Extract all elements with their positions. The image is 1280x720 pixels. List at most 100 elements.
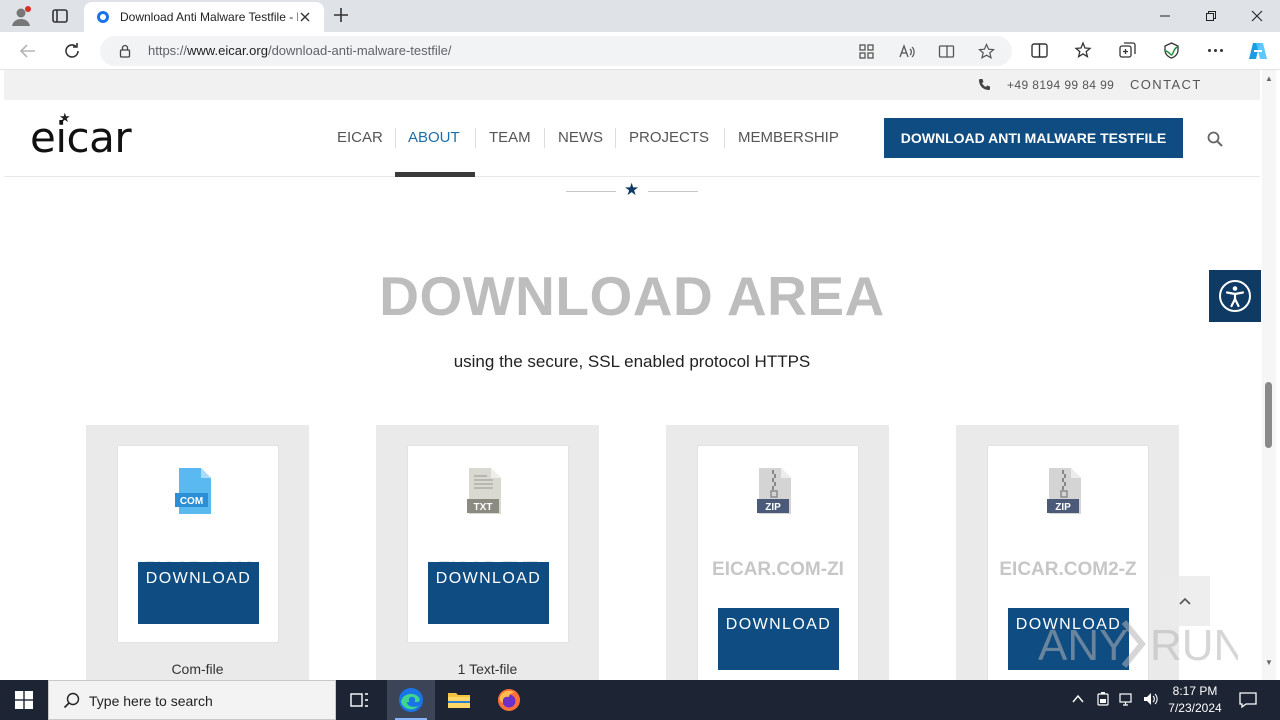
nav-item-team[interactable]: TEAM	[489, 129, 531, 146]
read-aloud-icon[interactable]	[898, 43, 915, 60]
chevron-up-icon[interactable]	[1070, 691, 1086, 707]
zip-file-icon: ZIP	[757, 468, 791, 514]
file-badge: ZIP	[765, 502, 781, 513]
more-menu-icon[interactable]	[1206, 41, 1225, 60]
txt-file-icon: TXT	[467, 468, 501, 514]
page-scrollbar[interactable]: ▲ ▼	[1262, 70, 1276, 680]
address-toolbar: https://www.eicar.org/download-anti-malw…	[0, 32, 1280, 70]
nav-separator	[395, 128, 396, 148]
file-badge: ZIP	[1055, 502, 1071, 513]
chevron-up-icon	[1179, 597, 1191, 605]
contact-link[interactable]: CONTACT	[1130, 77, 1202, 92]
apps-icon[interactable]	[858, 43, 875, 60]
taskbar-edge[interactable]	[387, 680, 435, 720]
collections-icon[interactable]	[1118, 41, 1137, 60]
search-icon	[63, 692, 80, 709]
immersive-reader-icon[interactable]	[938, 43, 955, 60]
browser-tab-bar: Download Anti Malware Testfile - EICAR	[0, 0, 1280, 32]
svg-text:RUN: RUN	[1150, 621, 1238, 670]
tab-actions-icon[interactable]	[50, 6, 70, 26]
anyrun-watermark-logo: ANY RUN	[1038, 620, 1238, 670]
taskbar-firefox[interactable]	[485, 680, 533, 720]
nav-item-projects[interactable]: PROJECTS	[629, 129, 709, 146]
download-column: COM EICAR.COM DOWNLOAD Com-file	[86, 425, 309, 680]
browser-essentials-icon[interactable]	[1162, 41, 1181, 60]
edge-icon	[399, 688, 423, 712]
nav-separator	[544, 128, 545, 148]
taskbar-search-placeholder: Type here to search	[89, 693, 213, 709]
lock-icon[interactable]	[118, 44, 132, 58]
tab-title: Download Anti Malware Testfile - EICAR	[120, 10, 298, 24]
firefox-icon	[498, 689, 520, 711]
folder-icon	[448, 693, 470, 708]
task-view-icon	[350, 693, 368, 707]
url-path: /download-anti-malware-testfile/	[267, 43, 452, 58]
nav-item-eicar[interactable]: EICAR	[337, 129, 383, 146]
url-bar[interactable]: https://www.eicar.org/download-anti-malw…	[100, 36, 1012, 66]
page-title: DOWNLOAD AREA	[379, 265, 885, 327]
windows-taskbar: Type here to search 8:17 PM 7/23/2024	[0, 680, 1280, 720]
search-icon[interactable]	[1207, 131, 1223, 147]
battery-icon[interactable]	[1095, 691, 1111, 707]
start-button[interactable]	[0, 680, 48, 720]
page-viewport: +49 8194 99 84 99 CONTACT ★ eicar EICAR …	[0, 70, 1280, 680]
taskbar-search-box[interactable]: Type here to search	[48, 680, 336, 720]
phone-number[interactable]: +49 8194 99 84 99	[1007, 78, 1114, 92]
restore-icon	[1206, 11, 1216, 21]
close-icon	[1251, 10, 1263, 22]
eicar-logo[interactable]: ★ eicar	[30, 110, 144, 162]
logo-text: eicar	[30, 113, 132, 162]
copilot-icon[interactable]	[1247, 40, 1269, 62]
task-view-button[interactable]	[336, 680, 384, 720]
close-window-button[interactable]	[1234, 0, 1280, 32]
nav-separator	[724, 128, 725, 148]
com-file-icon: COM	[175, 468, 211, 514]
scroll-down-icon[interactable]: ▼	[1265, 658, 1273, 667]
url-domain: www.eicar.org	[187, 43, 268, 58]
url-text[interactable]: https://www.eicar.org/download-anti-malw…	[148, 43, 451, 58]
file-caption: Com-file	[171, 661, 224, 677]
nav-separator	[615, 128, 616, 148]
clock-time: 8:17 PM	[1172, 684, 1218, 698]
download-testfile-button[interactable]: DOWNLOAD ANTI MALWARE TESTFILE	[884, 118, 1183, 158]
back-icon[interactable]	[18, 41, 38, 61]
taskbar-file-explorer[interactable]	[435, 680, 483, 720]
profile-icon[interactable]	[10, 5, 32, 27]
restore-button[interactable]	[1188, 0, 1234, 32]
download-button-eicar-txt[interactable]: DOWNLOAD	[428, 562, 549, 624]
system-clock[interactable]: 8:17 PM 7/23/2024	[1160, 683, 1230, 717]
close-tab-icon[interactable]	[298, 10, 312, 24]
download-button-eicar-com-zip[interactable]: DOWNLOAD	[718, 608, 839, 670]
watermark-text: ANY	[1038, 621, 1128, 670]
nav-item-about[interactable]: ABOUT	[408, 129, 460, 146]
zip-file-icon: ZIP	[1047, 468, 1081, 514]
edge-favicon-icon	[97, 11, 109, 23]
phone-icon	[979, 79, 990, 90]
scroll-up-icon[interactable]: ▲	[1265, 74, 1273, 83]
nav-separator	[475, 128, 476, 148]
nav-item-membership[interactable]: MEMBERSHIP	[738, 129, 839, 146]
new-tab-icon[interactable]	[332, 6, 350, 24]
site-header: ★ eicar EICAR ABOUT TEAM NEWS PROJECTS M…	[4, 100, 1260, 177]
split-screen-icon[interactable]	[1030, 41, 1049, 60]
windows-logo-icon	[15, 691, 33, 709]
accessibility-button[interactable]	[1209, 270, 1261, 322]
clock-date: 7/23/2024	[1168, 701, 1222, 715]
tab-active[interactable]: Download Anti Malware Testfile - EICAR	[84, 2, 324, 32]
minimize-button[interactable]	[1142, 0, 1188, 32]
url-scheme: https://	[148, 43, 188, 58]
notification-icon[interactable]	[1238, 690, 1258, 710]
nav-item-news[interactable]: NEWS	[558, 129, 603, 146]
minimize-icon	[1160, 15, 1170, 17]
file-badge: COM	[180, 496, 203, 507]
download-column: TXT EICAR.TXT DOWNLOAD 1 Text-file	[376, 425, 599, 680]
page-subtitle: using the secure, SSL enabled protocol H…	[453, 352, 811, 371]
refresh-icon[interactable]	[62, 41, 82, 61]
download-button-eicar-com[interactable]: DOWNLOAD	[138, 562, 259, 624]
scrollbar-thumb[interactable]	[1265, 382, 1272, 448]
network-icon[interactable]	[1118, 691, 1134, 707]
favorites-icon[interactable]	[1074, 41, 1093, 60]
favorite-star-icon[interactable]	[978, 43, 995, 60]
file-card: COM EICAR.COM DOWNLOAD	[117, 445, 279, 643]
volume-icon[interactable]	[1142, 691, 1158, 707]
